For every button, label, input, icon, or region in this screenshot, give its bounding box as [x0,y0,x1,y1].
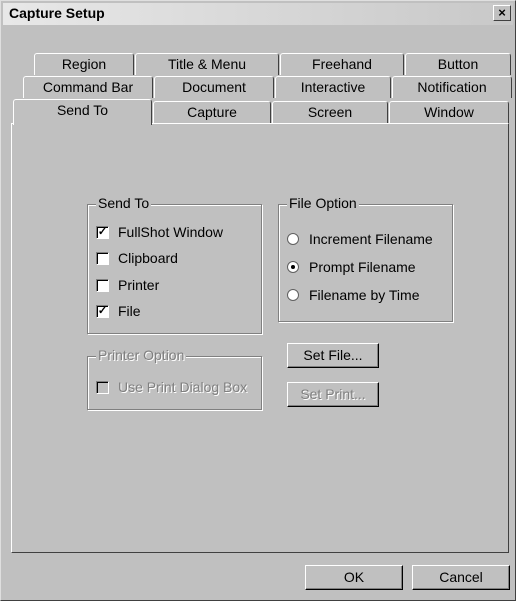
tab-document[interactable]: Document [154,76,274,98]
set-file-button[interactable]: Set File... [287,343,379,368]
file-option-group-label: File Option [287,195,359,211]
checkbox-label: File [118,303,141,319]
file-checkbox[interactable]: ✓ File [96,302,141,320]
check-mark-icon: ✓ [97,304,108,317]
checkbox-label: FullShot Window [118,224,224,240]
set-print-button[interactable]: Set Print... [287,382,379,407]
checkbox-box: ✓ [96,225,109,239]
ok-button[interactable]: OK [305,565,403,590]
tab-region[interactable]: Region [34,53,134,75]
increment-filename-radio[interactable]: Increment Filename [287,230,433,248]
title-bar[interactable]: Capture Setup × [3,3,513,25]
checkbox-label: Use Print Dialog Box [118,379,248,395]
tab-notification[interactable]: Notification [392,76,512,98]
tab-button[interactable]: Button [405,53,511,75]
send-to-group: Send To ✓ FullShot Window Clipboard Prin… [87,195,262,334]
radio-label: Filename by Time [309,287,420,303]
window-title: Capture Setup [9,5,105,21]
printer-option-group-label: Printer Option [96,347,187,363]
radio-selected-dot-icon [291,265,295,269]
tab-window[interactable]: Window [389,101,509,123]
clipboard-checkbox[interactable]: Clipboard [96,249,178,267]
checkbox-label: Printer [118,277,160,293]
tab-capture[interactable]: Capture [153,101,271,123]
radio-label: Prompt Filename [309,259,416,275]
tab-command-bar[interactable]: Command Bar [23,76,153,98]
prompt-filename-radio[interactable]: Prompt Filename [287,258,416,276]
checkbox-box [96,278,109,292]
tab-panel-send-to: Send To ✓ FullShot Window Clipboard Prin… [11,123,509,553]
checkbox-label: Clipboard [118,250,178,266]
radio-circle [287,233,299,245]
fullshot-window-checkbox[interactable]: ✓ FullShot Window [96,223,223,241]
printer-option-group: Printer Option Use Print Dialog Box [87,347,262,410]
printer-checkbox[interactable]: Printer [96,276,159,294]
tab-freehand[interactable]: Freehand [280,53,404,75]
use-print-dialog-checkbox[interactable]: Use Print Dialog Box [96,378,247,396]
radio-label: Increment Filename [309,231,433,247]
checkbox-box [96,251,109,265]
send-to-group-label: Send To [96,195,152,211]
close-icon: × [498,5,506,20]
radio-circle [287,261,299,273]
close-button[interactable]: × [493,5,511,21]
tab-screen[interactable]: Screen [272,101,388,123]
checkbox-box: ✓ [96,304,109,318]
filename-by-time-radio[interactable]: Filename by Time [287,286,419,304]
check-mark-icon: ✓ [97,225,108,238]
cancel-button[interactable]: Cancel [412,565,510,590]
file-option-group: File Option Increment Filename Prompt Fi… [278,195,453,322]
radio-circle [287,289,299,301]
tab-interactive[interactable]: Interactive [275,76,391,98]
checkbox-box [96,380,109,394]
capture-setup-dialog: Capture Setup × Region Title & Menu Free… [0,0,516,601]
tab-title-menu[interactable]: Title & Menu [135,53,279,75]
tab-send-to[interactable]: Send To [13,99,152,125]
